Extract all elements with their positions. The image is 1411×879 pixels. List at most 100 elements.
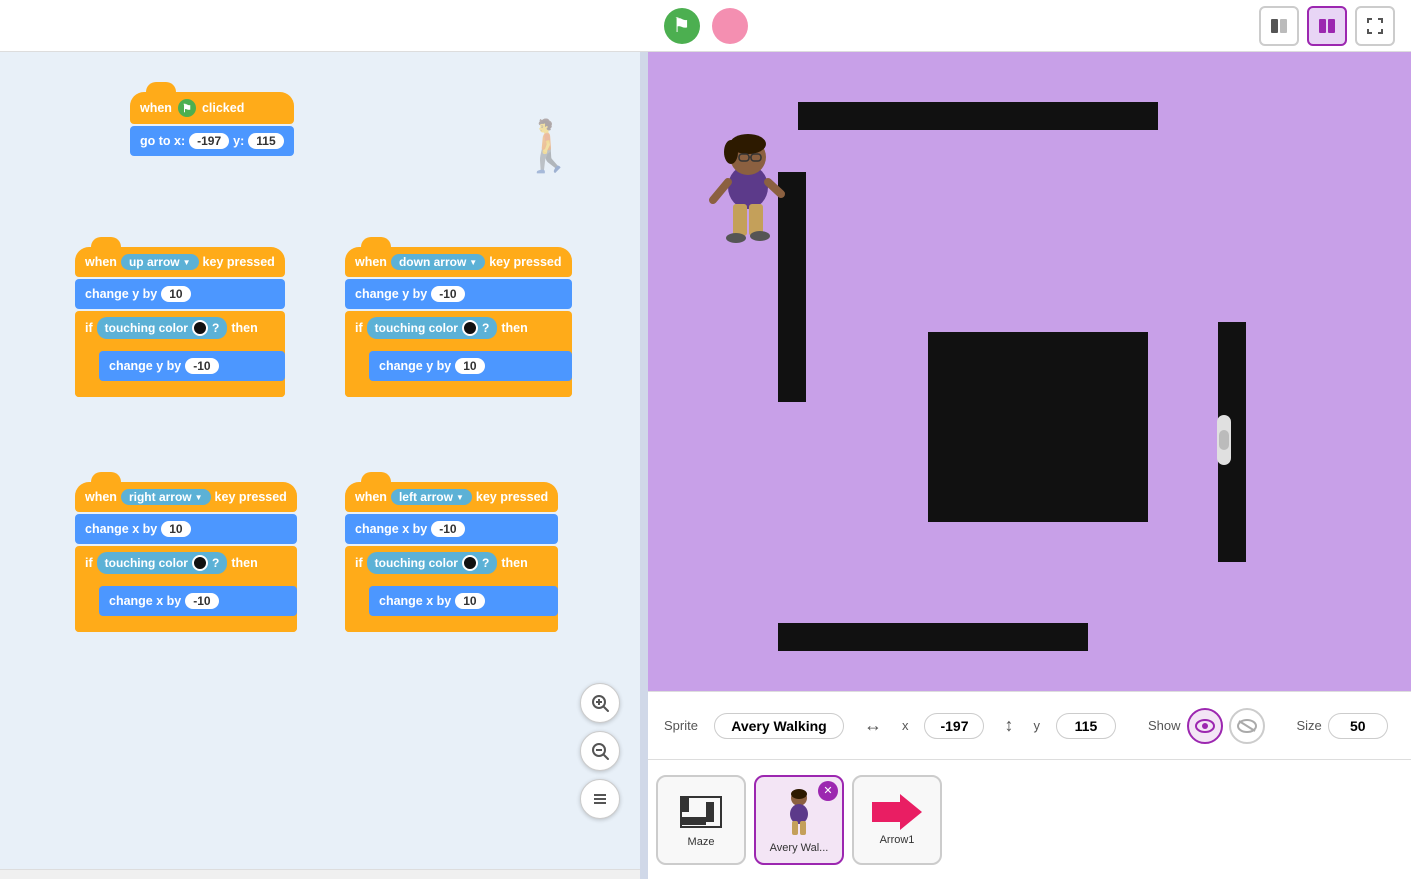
sprite-text-label: Sprite [664, 718, 698, 733]
color-dot-up [192, 320, 208, 336]
stop-button[interactable] [712, 8, 748, 44]
sprite-thumb-arrow1[interactable]: Arrow1 [852, 775, 942, 865]
split-view-button[interactable] [1307, 6, 1347, 46]
if-touching-up-block[interactable]: if touching color ? then change y by -10 [75, 311, 285, 397]
y-coord-label: y [1033, 718, 1040, 733]
flag-icon: ⚑ [178, 99, 196, 117]
key-pressed-up-label: key pressed [203, 255, 275, 269]
view-controls [1259, 6, 1395, 46]
clicked-label: clicked [202, 101, 244, 115]
if-down-label: if [355, 321, 363, 335]
fit-button[interactable] [580, 779, 620, 819]
change-x-right-inner-label: change x by [109, 594, 181, 608]
avery-walking-sprite [703, 122, 793, 257]
change-x-left-inner-val[interactable]: 10 [455, 593, 484, 609]
x-value[interactable]: -197 [189, 133, 229, 149]
show-visible-button[interactable] [1187, 708, 1223, 744]
touching-color-right[interactable]: touching color ? [97, 552, 228, 574]
change-x-left-inner-label: change x by [379, 594, 451, 608]
sprite-info-bar: Sprite Avery Walking ↔ x -197 ↕ y 115 Sh… [648, 691, 1411, 759]
question-up: ? [212, 321, 219, 335]
left-key-dropdown[interactable]: left arrow ▼ [391, 489, 472, 505]
change-x-right-inner-val[interactable]: -10 [185, 593, 218, 609]
when-left-label: when [355, 490, 387, 504]
change-x-left-block[interactable]: change x by -10 [345, 514, 558, 544]
if-touching-down-block[interactable]: if touching color ? then change y by 10 [345, 311, 572, 397]
stage-canvas[interactable] [648, 52, 1411, 691]
color-dot-right [192, 555, 208, 571]
right-key-dropdown[interactable]: right arrow ▼ [121, 489, 211, 505]
top-bar [0, 0, 1411, 52]
key-pressed-down-label: key pressed [489, 255, 561, 269]
wall-top [798, 102, 1158, 130]
change-x-left-val[interactable]: -10 [431, 521, 464, 537]
if-footer-up [75, 387, 285, 397]
change-x-right-val[interactable]: 10 [161, 521, 190, 537]
code-scrollbar-bottom[interactable] [0, 869, 640, 879]
when-label: when [140, 101, 172, 115]
change-x-right-block[interactable]: change x by 10 [75, 514, 297, 544]
code-view-button[interactable] [1259, 6, 1299, 46]
when-down-block[interactable]: when down arrow ▼ key pressed [345, 247, 572, 277]
when-right-block[interactable]: when right arrow ▼ key pressed [75, 482, 297, 512]
change-x-left-inner-block[interactable]: change x by 10 [369, 586, 558, 616]
when-left-block[interactable]: when left arrow ▼ key pressed [345, 482, 558, 512]
if-header-up: if touching color ? then [75, 311, 285, 345]
divider[interactable] [640, 52, 648, 879]
show-hidden-button[interactable] [1229, 708, 1265, 744]
change-y-down-inner-block[interactable]: change y by 10 [369, 351, 572, 381]
change-y-down-inner-val[interactable]: 10 [455, 358, 484, 374]
change-y-up-val[interactable]: 10 [161, 286, 190, 302]
change-y-up-block[interactable]: change y by 10 [75, 279, 285, 309]
when-up-block[interactable]: when up arrow ▼ key pressed [75, 247, 285, 277]
fullscreen-button[interactable] [1355, 6, 1395, 46]
change-y-up-label: change y by [85, 287, 157, 301]
x-coord-label: x [902, 718, 909, 733]
change-y-up-inner-val[interactable]: -10 [185, 358, 218, 374]
down-key-dropdown[interactable]: down arrow ▼ [391, 254, 485, 270]
green-flag-button[interactable] [664, 8, 700, 44]
sprite-name-input[interactable]: Avery Walking [714, 713, 844, 739]
if-inner-up: change y by -10 [95, 345, 285, 387]
change-x-right-label: change x by [85, 522, 157, 536]
key-pressed-left-label: key pressed [476, 490, 548, 504]
color-dot-down [462, 320, 478, 336]
if-touching-right-block[interactable]: if touching color ? then change x by -10 [75, 546, 297, 632]
color-dot-left [462, 555, 478, 571]
avery-label: Avery Wal... [770, 842, 829, 854]
touching-color-down[interactable]: touching color ? [367, 317, 498, 339]
change-y-down-block[interactable]: change y by -10 [345, 279, 572, 309]
left-stack: when left arrow ▼ key pressed change x b… [345, 482, 558, 632]
y-value[interactable]: 115 [248, 133, 283, 149]
if-inner-down: change y by 10 [365, 345, 572, 387]
y-coord-input[interactable]: 115 [1056, 713, 1116, 739]
zoom-out-button[interactable] [580, 731, 620, 771]
main-layout: 🚶 when ⚑ clicked go to x: -197 y: 115 [0, 52, 1411, 879]
up-key-dropdown[interactable]: up arrow ▼ [121, 254, 199, 270]
change-x-right-inner-block[interactable]: change x by -10 [99, 586, 297, 616]
then-left-label: then [501, 556, 527, 570]
if-footer-left [345, 622, 558, 632]
when-down-label: when [355, 255, 387, 269]
avery-delete-button[interactable]: ✕ [818, 781, 838, 801]
if-inner-left: change x by 10 [365, 580, 558, 622]
when-right-label: when [85, 490, 117, 504]
wall-bottom [778, 623, 1088, 651]
zoom-in-button[interactable] [580, 683, 620, 723]
if-footer-right [75, 622, 297, 632]
change-y-down-val[interactable]: -10 [431, 286, 464, 302]
touching-color-left[interactable]: touching color ? [367, 552, 498, 574]
goto-block[interactable]: go to x: -197 y: 115 [130, 126, 294, 156]
size-input[interactable]: 50 [1328, 713, 1388, 739]
goto-label: go to x: [140, 134, 185, 148]
x-coord-input[interactable]: -197 [924, 713, 984, 739]
change-y-up-inner-block[interactable]: change y by -10 [99, 351, 285, 381]
sprite-thumb-avery[interactable]: ✕ Avery Wal... [754, 775, 844, 865]
if-header-right: if touching color ? then [75, 546, 297, 580]
touching-color-up[interactable]: touching color ? [97, 317, 228, 339]
sprite-thumb-maze[interactable]: Maze [656, 775, 746, 865]
touching-label-right: touching color [105, 556, 188, 570]
touching-label-down: touching color [375, 321, 458, 335]
when-flag-clicked-block[interactable]: when ⚑ clicked [130, 92, 294, 124]
if-touching-left-block[interactable]: if touching color ? then change x by 10 [345, 546, 558, 632]
